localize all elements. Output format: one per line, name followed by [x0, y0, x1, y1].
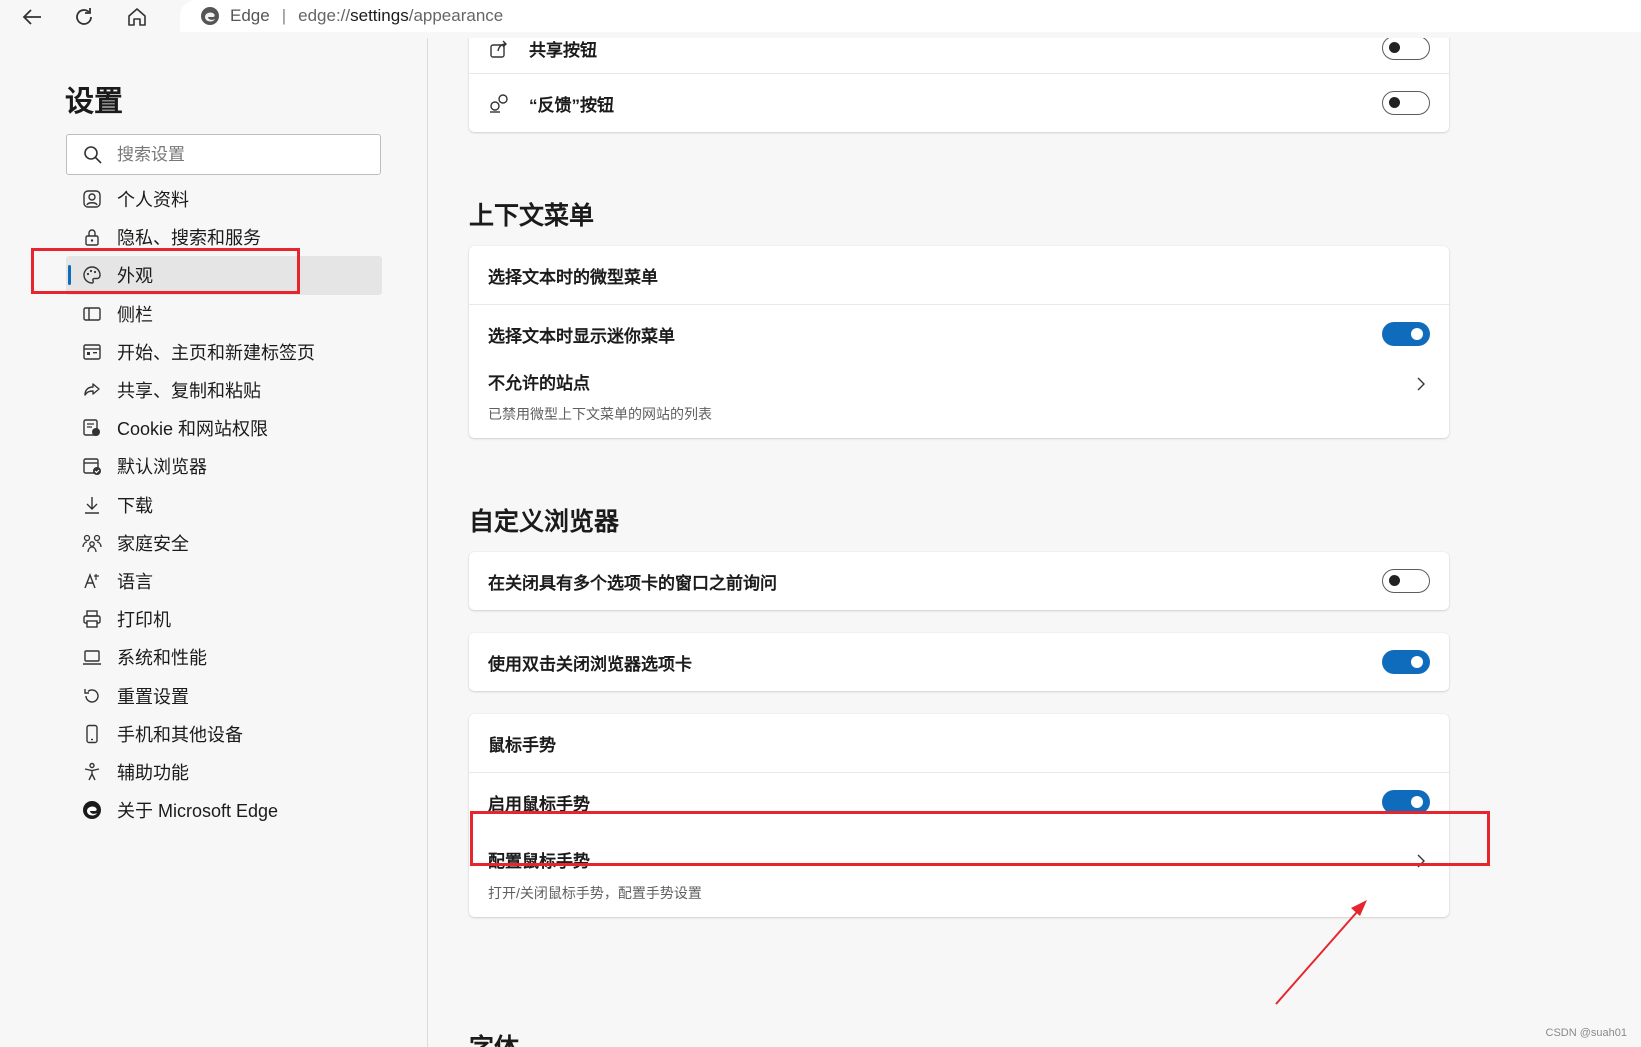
- sidebar-item-privacy[interactable]: 隐私、搜索和服务: [66, 218, 382, 256]
- back-button[interactable]: [15, 2, 49, 32]
- sidebar-item-label: 辅助功能: [117, 762, 189, 783]
- download-icon: [81, 494, 103, 516]
- refresh-button[interactable]: [67, 2, 101, 32]
- sidebar-item-label: 家庭安全: [117, 533, 189, 554]
- sidebar-item-label: 隐私、搜索和服务: [117, 228, 261, 249]
- sidebar-item-label: 开始、主页和新建标签页: [117, 342, 315, 363]
- annotation-arrow: [1275, 900, 1367, 1005]
- url-host: settings: [350, 6, 409, 25]
- sidebar-item-label: 下载: [117, 495, 153, 516]
- url-path: /appearance: [408, 6, 504, 25]
- sidebar-item-start-home[interactable]: 开始、主页和新建标签页: [66, 333, 382, 371]
- edge-icon: [81, 799, 103, 821]
- sidebar-item-label: 关于 Microsoft Edge: [117, 801, 279, 822]
- url-text: edge://settings/appearance: [298, 6, 503, 26]
- sidebar-item-downloads[interactable]: 下载: [66, 486, 382, 524]
- sidebar-item-profile[interactable]: 个人资料: [66, 180, 382, 218]
- sidebar-item-languages[interactable]: 语言: [66, 562, 382, 600]
- search-input[interactable]: [117, 144, 357, 165]
- palette-icon: [81, 264, 103, 286]
- lock-icon: [81, 226, 103, 248]
- settings-sidebar: 设置 个人资料 隐私、搜索和服务 外观 侧栏 开始、主页和新建标签页 共享、复制…: [3, 38, 428, 1047]
- accessibility-icon: [81, 761, 103, 783]
- sidebar-item-label: 默认浏览器: [117, 457, 207, 478]
- home-tab-icon: [81, 341, 103, 363]
- home-button[interactable]: [120, 2, 154, 32]
- sidebar-item-label: 打印机: [117, 610, 171, 631]
- sidebar-item-system[interactable]: 系统和性能: [66, 638, 382, 676]
- browser-icon: [81, 455, 103, 477]
- home-icon: [128, 8, 146, 26]
- share-icon: [81, 379, 103, 401]
- printer-icon: [81, 608, 103, 630]
- sidebar-item-family[interactable]: 家庭安全: [66, 524, 382, 562]
- browser-toolbar: Edge | edge://settings/appearance: [0, 0, 1641, 38]
- search-icon: [84, 145, 102, 164]
- profile-icon: [81, 188, 103, 210]
- sidebar-item-sidebar[interactable]: 侧栏: [66, 295, 382, 333]
- reset-icon: [81, 685, 103, 707]
- watermark: CSDN @suah01: [1545, 1027, 1627, 1039]
- phone-icon: [81, 723, 103, 745]
- sidebar-icon: [81, 303, 103, 325]
- address-separator: |: [281, 6, 287, 25]
- sidebar-item-phone[interactable]: 手机和其他设备: [66, 715, 382, 753]
- sidebar-item-label: Cookie 和网站权限: [117, 419, 269, 440]
- sidebar-item-label: 语言: [117, 571, 153, 592]
- sidebar-item-label: 系统和性能: [117, 648, 207, 669]
- cookie-icon: [81, 417, 103, 439]
- sidebar-item-label: 手机和其他设备: [117, 724, 243, 745]
- sidebar-item-share-copy-paste[interactable]: 共享、复制和粘贴: [66, 371, 382, 409]
- family-icon: [81, 532, 103, 554]
- language-icon: [81, 570, 103, 592]
- sidebar-item-about[interactable]: 关于 Microsoft Edge: [66, 791, 382, 829]
- laptop-icon: [81, 646, 103, 668]
- sidebar-item-cookies[interactable]: Cookie 和网站权限: [66, 409, 382, 447]
- sidebar-item-printers[interactable]: 打印机: [66, 600, 382, 638]
- sidebar-item-reset[interactable]: 重置设置: [66, 676, 382, 714]
- sidebar-item-appearance[interactable]: 外观: [66, 256, 382, 295]
- sidebar-item-label: 共享、复制和粘贴: [117, 381, 261, 402]
- settings-nav: 个人资料 隐私、搜索和服务 外观 侧栏 开始、主页和新建标签页 共享、复制和粘贴…: [66, 180, 382, 829]
- back-arrow-icon: [22, 9, 41, 25]
- address-bar[interactable]: Edge | edge://settings/appearance: [180, 0, 1641, 32]
- url-prefix: edge://: [298, 6, 351, 25]
- edge-logo-icon: [201, 7, 219, 25]
- settings-content: 共享按钮 “反馈”按钮 上下文菜单 选择文本时的微型菜单 选择文本时显示迷你菜单…: [429, 38, 1641, 1047]
- sidebar-item-label: 外观: [117, 266, 153, 287]
- sidebar-item-default-browser[interactable]: 默认浏览器: [66, 447, 382, 485]
- settings-title: 设置: [65, 86, 124, 118]
- refresh-icon: [76, 8, 92, 25]
- sidebar-item-label: 个人资料: [117, 190, 189, 211]
- sidebar-item-label: 侧栏: [117, 304, 153, 325]
- search-box[interactable]: [66, 134, 381, 175]
- browser-brand: Edge: [230, 6, 270, 25]
- sidebar-item-label: 重置设置: [117, 686, 189, 707]
- sidebar-item-accessibility[interactable]: 辅助功能: [66, 753, 382, 791]
